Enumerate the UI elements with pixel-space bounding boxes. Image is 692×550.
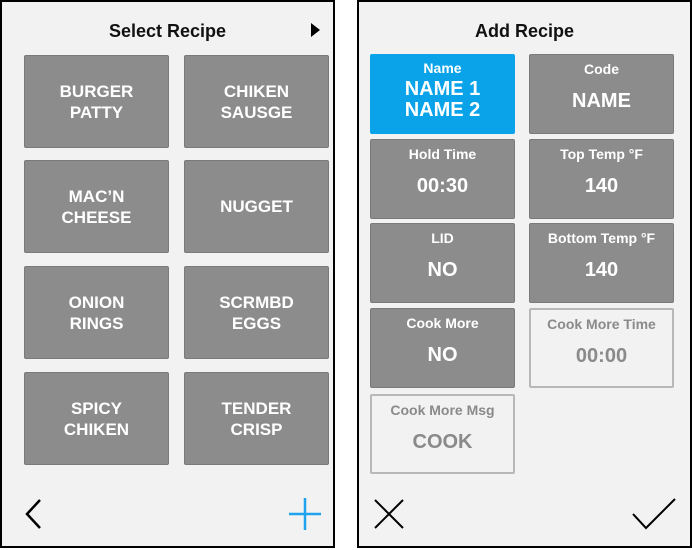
confirm-checkmark-icon[interactable] [630,494,678,534]
recipe-button-onion-rings[interactable]: ONION RINGS [24,266,169,359]
cook-more-msg-label: Cook More Msg [390,402,495,418]
top-temp-value: 140 [584,175,619,197]
cook-more-time-field[interactable]: Cook More Time 00:00 [529,308,674,388]
recipe-button-tender-crisp[interactable]: TENDER CRISP [184,372,329,465]
next-page-icon[interactable] [311,23,320,37]
name-label: Name [423,60,462,76]
recipe-button-scrmbd-eggs[interactable]: SCRMBD EGGS [184,266,329,359]
cook-more-field[interactable]: Cook More NO [370,308,515,388]
page-title: Select Recipe [108,21,227,41]
hold-time-label: Hold Time [408,146,477,162]
recipe-button-nugget[interactable]: NUGGET [184,160,329,253]
recipe-button-mac-n-cheese[interactable]: MAC’N CHEESE [24,160,169,253]
cook-more-value: NO [427,344,458,366]
add-plus-icon[interactable] [285,494,325,534]
code-value: NAME [572,90,631,112]
cook-more-msg-value: COOK [412,431,473,453]
recipe-button-chiken-sausge[interactable]: CHIKEN SAUSGE [184,55,329,148]
name-value: NAME 1 NAME 2 [371,79,514,121]
top-temp-field[interactable]: Top Temp °F 140 [529,139,674,219]
select-recipe-screen: Select Recipe BURGER PATTY CHIKEN SAUSGE… [0,0,335,548]
cook-more-time-label: Cook More Time [547,316,656,332]
hold-time-value: 00:30 [416,175,469,197]
name-value-line1: NAME 1 [404,78,481,100]
cook-more-time-value: 00:00 [575,345,628,367]
lid-field[interactable]: LID NO [370,223,515,303]
recipe-button-burger-patty[interactable]: BURGER PATTY [24,55,169,148]
recipe-button-spicy-chiken[interactable]: SPICY CHIKEN [24,372,169,465]
bottom-temp-field[interactable]: Bottom Temp °F 140 [529,223,674,303]
lid-value: NO [427,259,458,281]
code-field[interactable]: Code NAME [529,54,674,134]
bottom-temp-value: 140 [584,259,619,281]
add-recipe-screen: Add Recipe Name NAME 1 NAME 2 Code NAME … [357,0,692,548]
bottom-temp-label: Bottom Temp °F [547,230,656,246]
top-temp-label: Top Temp °F [560,146,643,162]
lid-label: LID [431,230,454,246]
cook-more-msg-field[interactable]: Cook More Msg COOK [370,394,515,474]
cancel-x-icon[interactable] [369,494,409,534]
page-title: Add Recipe [474,21,575,41]
name-value-line2: NAME 2 [404,99,481,121]
cook-more-label: Cook More [406,315,479,331]
name-field[interactable]: Name NAME 1 NAME 2 [370,54,515,134]
code-label: Code [584,61,619,77]
back-chevron-icon[interactable] [16,494,56,534]
hold-time-field[interactable]: Hold Time 00:30 [370,139,515,219]
